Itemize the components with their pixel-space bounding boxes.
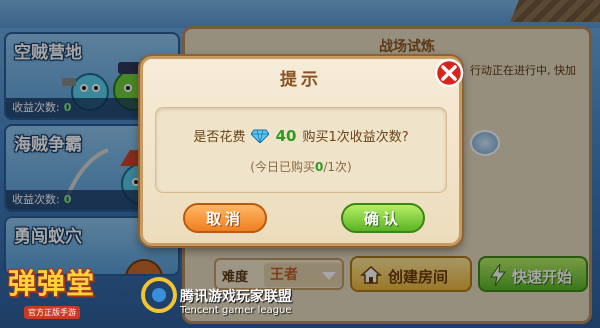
game-screen: 空贼营地 收益次数: 0 海贼争霸 收益次数: 0 勇闯蚁穴 战场试炼 行动正在进行… — [0, 0, 600, 328]
tencent-league-english: Tencent gamer league — [180, 305, 292, 316]
note-suffix: /1次) — [323, 160, 352, 174]
game-logo: 弹弹堂 官方正版手游 — [2, 252, 134, 326]
tencent-logo-icon — [141, 277, 177, 313]
close-x-icon[interactable] — [434, 58, 464, 88]
game-logo-text: 弹弹堂 — [8, 267, 96, 300]
game-logo-subtitle: 官方正版手游 — [24, 306, 80, 319]
note-prefix: (今日已购买 — [250, 160, 315, 174]
question-suffix: 购买1次收益次数? — [302, 130, 409, 145]
purchase-confirm-dialog: 提示 是否花费 40 购买1次收益次数? (今日已购买0/1次) 取消 确认 — [140, 56, 462, 246]
dialog-message-box: 是否花费 40 购买1次收益次数? (今日已购买0/1次) — [155, 107, 447, 193]
dialog-title: 提示 — [280, 70, 322, 90]
confirm-button[interactable]: 确认 — [341, 203, 425, 233]
diamond-gem-icon — [251, 129, 270, 143]
question-prefix: 是否花费 — [193, 130, 246, 145]
cancel-button[interactable]: 取消 — [183, 203, 267, 233]
purchase-question: 是否花费 40 购买1次收益次数? — [156, 126, 446, 145]
purchase-count-note: (今日已购买0/1次) — [156, 158, 446, 175]
tencent-league-name: 腾讯游戏玩家联盟 — [180, 289, 292, 305]
gem-amount: 40 — [275, 127, 297, 145]
